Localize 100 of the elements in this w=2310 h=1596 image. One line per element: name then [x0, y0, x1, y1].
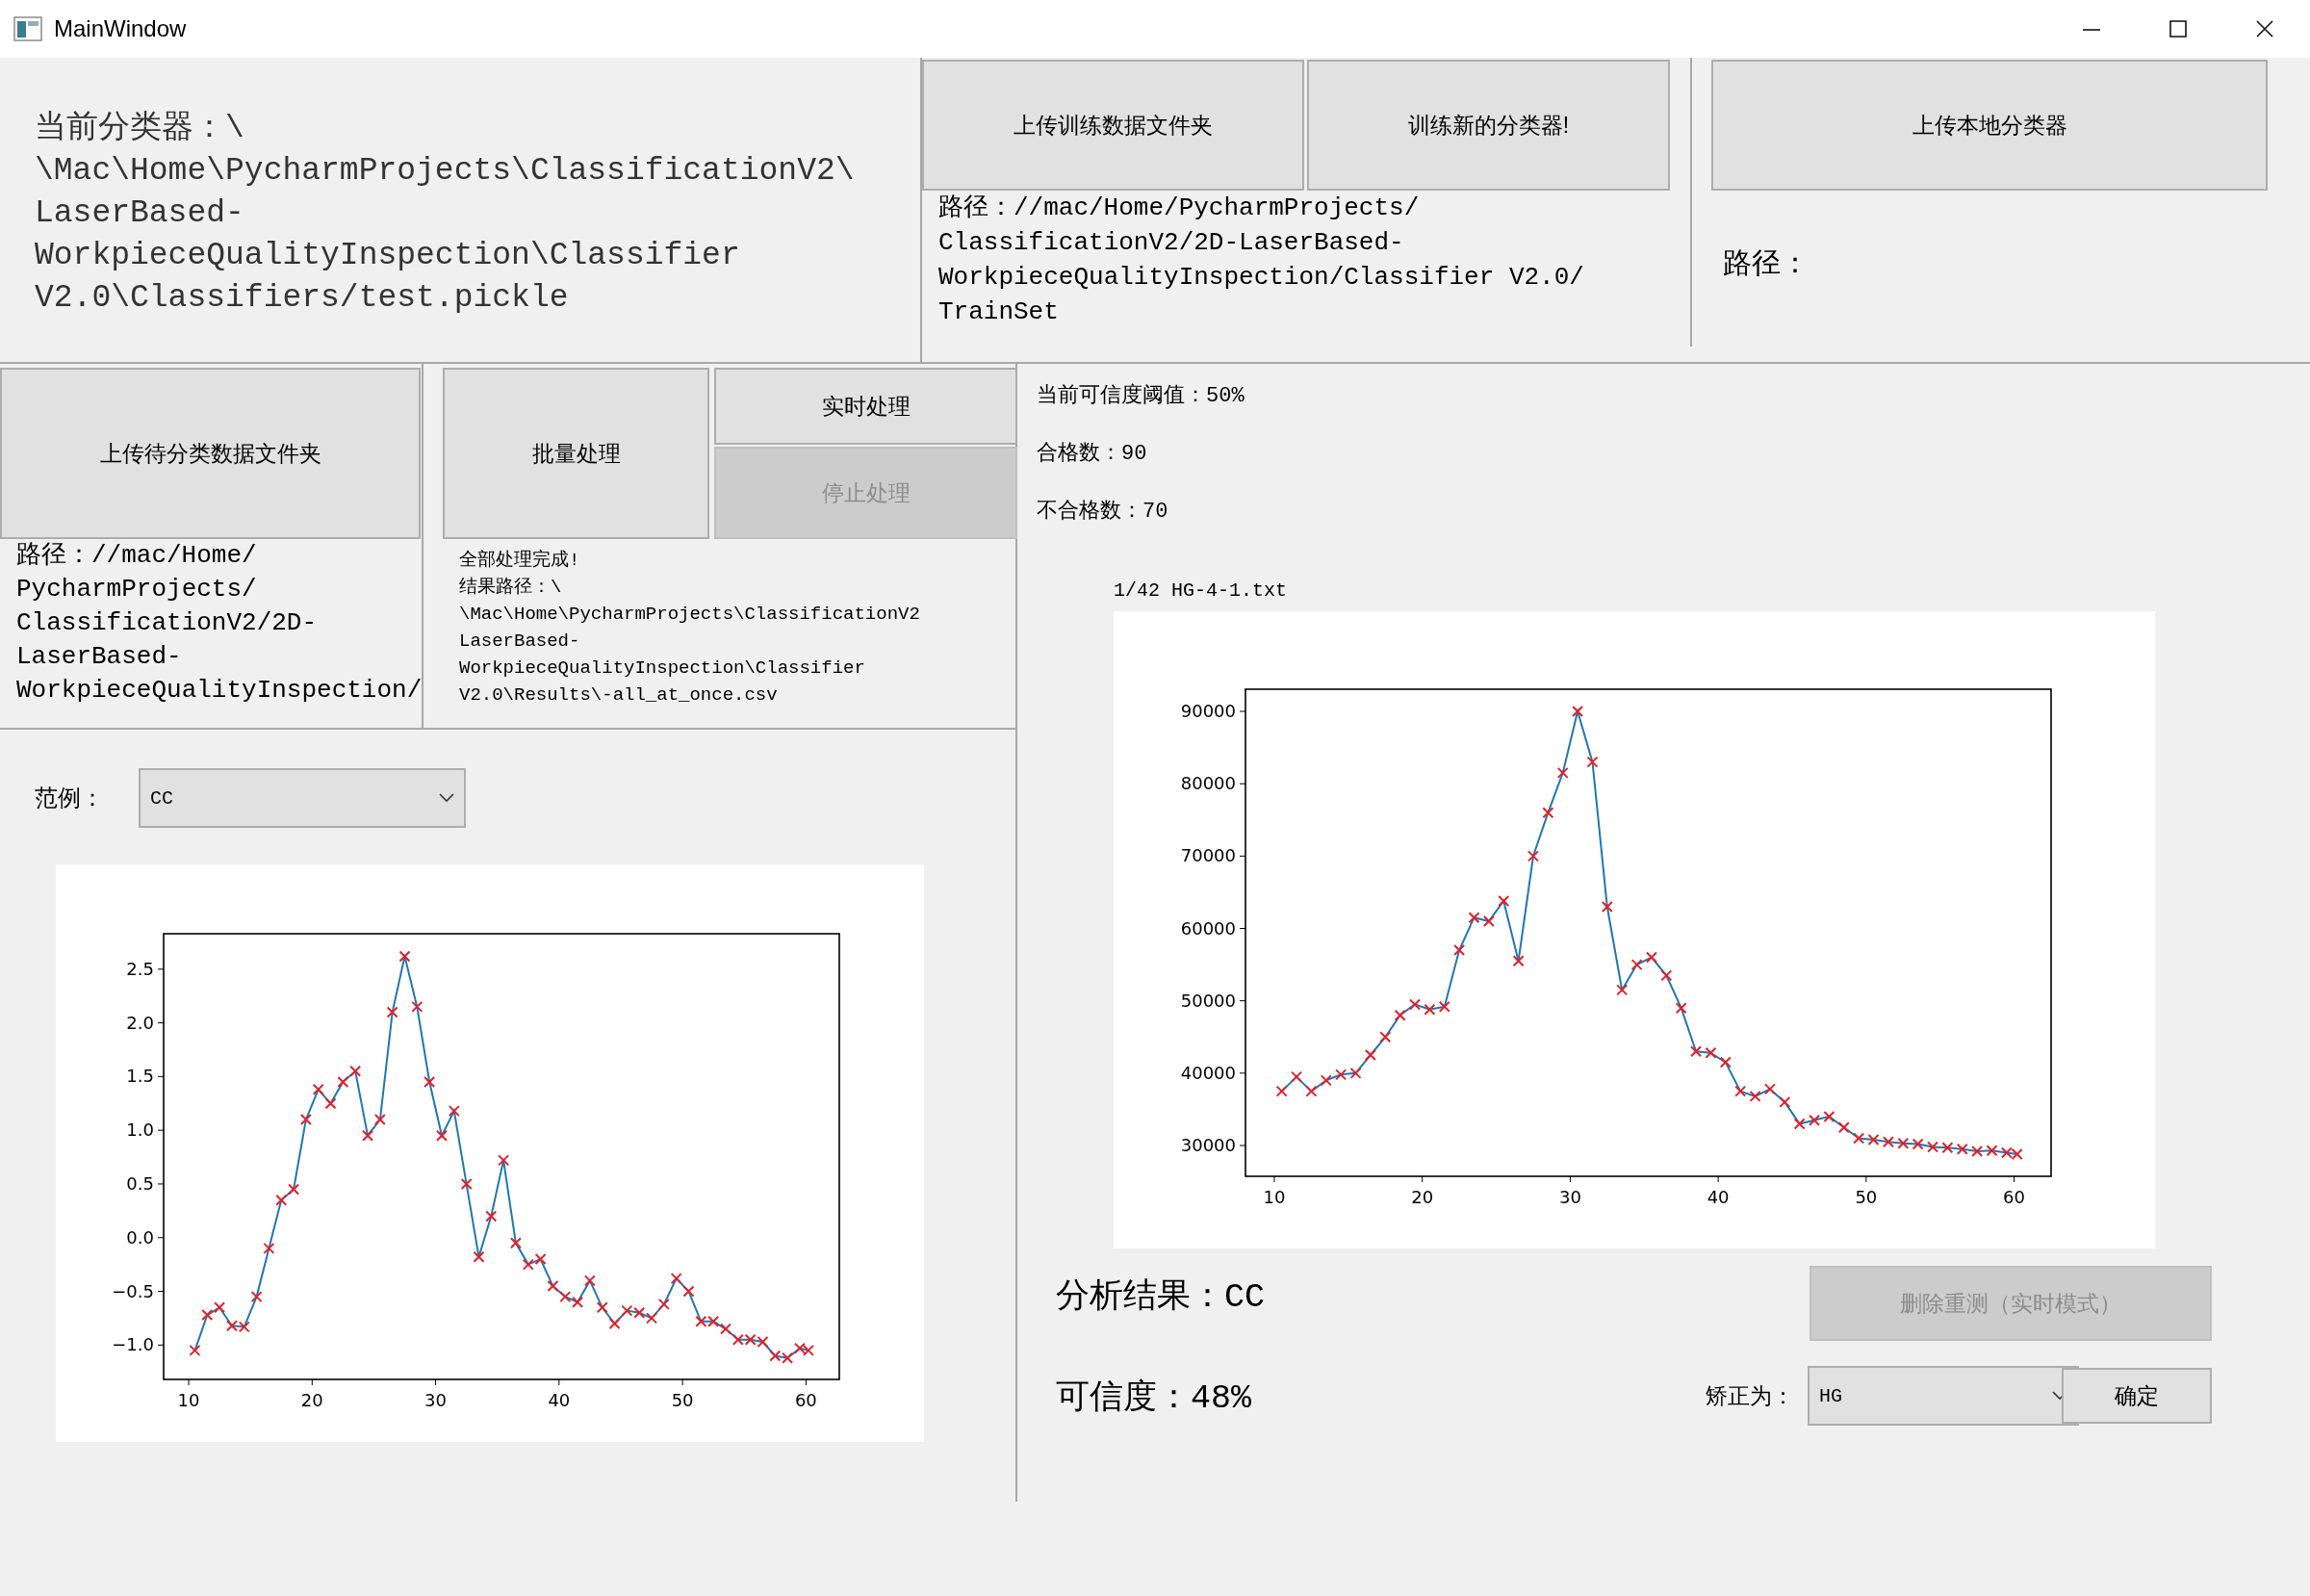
data-point-marker	[1527, 850, 1539, 862]
data-point-marker	[732, 1333, 744, 1346]
data-point-marker	[744, 1333, 757, 1346]
data-point-marker	[1542, 807, 1554, 819]
data-point-marker	[1379, 1031, 1392, 1043]
data-point-marker	[1586, 756, 1599, 768]
data-point-marker	[1482, 915, 1495, 927]
data-point-marker	[583, 1274, 596, 1287]
data-point-marker	[1616, 984, 1629, 996]
axis-tick-label: 1.0	[126, 1120, 154, 1141]
data-point-marker	[1556, 766, 1569, 779]
data-point-marker	[238, 1321, 250, 1333]
axis-tick-label: 30	[424, 1390, 447, 1410]
data-point-marker	[225, 1320, 238, 1332]
data-point-marker	[373, 1114, 386, 1125]
status-message: 全部处理完成! 结果路径：\ \Mac\Home\PycharmProjects\ClassificationV2 LaserBased- WorkpieceQualityInspection\Classifier V2.0\Results\-all_at_once.csv	[458, 549, 921, 708]
axis-tick-label: 70000	[1180, 845, 1236, 866]
data-point-marker	[1719, 1056, 1732, 1068]
data-point-marker	[1971, 1146, 1984, 1157]
data-point-marker	[362, 1129, 373, 1142]
train-button[interactable]: 训练新的分类器!	[1307, 60, 1670, 191]
data-point-marker	[1364, 1049, 1376, 1062]
data-point-marker	[411, 1000, 424, 1013]
path-label: 路径：//mac/Home/PycharmProjects/ ClassificationV2/2D-LaserBased- WorkpieceQualityInspection/Classifier V2.0/ TrainSet	[937, 193, 1585, 328]
data-point-marker	[793, 1342, 806, 1354]
data-point-marker	[1438, 1000, 1450, 1013]
data-point-marker	[621, 1304, 633, 1317]
data-point-marker	[1986, 1145, 1998, 1157]
field-label: 范例：	[35, 784, 104, 812]
data-point-marker	[1734, 1085, 1747, 1097]
data-point-marker	[1349, 1067, 1362, 1079]
data-point-marker	[2011, 1148, 2023, 1160]
axis-tick-label: −0.5	[112, 1280, 154, 1301]
data-point-marker	[802, 1344, 814, 1356]
data-point-marker	[1793, 1118, 1806, 1130]
data-point-marker	[448, 1105, 460, 1118]
data-point-marker	[299, 1114, 312, 1125]
data-point-marker	[1453, 944, 1466, 957]
stat-label: 合格数：90	[1037, 441, 1148, 468]
stat-label: 不合格数：70	[1037, 499, 1169, 526]
data-point-marker	[1705, 1046, 1717, 1059]
result-label: 分析结果：CC	[1055, 1276, 1265, 1318]
data-point-marker	[1809, 1114, 1821, 1126]
data-point-marker	[337, 1075, 349, 1088]
data-point-marker	[596, 1301, 608, 1314]
axis-tick-label: 50	[1855, 1187, 1878, 1207]
file-caption: 1/42 HG-4-1.txt	[1114, 579, 1289, 602]
data-point-marker	[398, 950, 411, 963]
data-point-marker	[312, 1083, 324, 1095]
axis-tick-label: 2.5	[126, 958, 154, 979]
data-point-marker	[201, 1309, 214, 1322]
batch-button[interactable]: 批量处理	[443, 368, 709, 539]
data-point-marker	[1335, 1068, 1348, 1081]
data-point-marker	[646, 1312, 658, 1325]
axis-tick-label: 40	[548, 1390, 571, 1410]
data-point-marker	[1779, 1095, 1791, 1108]
data-point-marker	[1956, 1143, 1968, 1155]
axis-tick-label: 40	[1707, 1187, 1730, 1207]
axis-tick-label: 30	[1558, 1187, 1581, 1207]
data-point-marker	[473, 1250, 485, 1263]
data-point-marker	[1498, 894, 1510, 907]
data-point-marker	[1941, 1142, 1954, 1154]
axis-tick-label: 60	[794, 1390, 817, 1410]
data-point-marker	[1690, 1045, 1703, 1058]
upload-button[interactable]: 上传本地分类器	[1711, 60, 2268, 191]
data-point-marker	[1823, 1110, 1835, 1122]
window-title: MainWindow	[54, 15, 187, 42]
confirm-button[interactable]: 确定	[2062, 1368, 2212, 1424]
axis-tick-label: 50000	[1180, 990, 1236, 1011]
data-point-marker	[349, 1065, 362, 1077]
realtime-button[interactable]: 实时处理	[714, 368, 1017, 445]
upload-button[interactable]: 上传训练数据文件夹	[922, 60, 1304, 191]
dropdown[interactable]: CC	[139, 768, 466, 828]
axis-tick-label: 2.0	[126, 1012, 154, 1033]
confidence-label: 可信度：48%	[1055, 1377, 1251, 1419]
upload-button[interactable]: 上传待分类数据文件夹	[0, 368, 421, 539]
data-point-marker	[288, 1183, 300, 1196]
axis-tick-label: 30000	[1180, 1135, 1236, 1155]
axis-tick-label: 40000	[1180, 1062, 1236, 1083]
data-point-marker	[485, 1210, 498, 1223]
axis-tick-label: 10	[177, 1390, 200, 1410]
data-point-marker	[1675, 1002, 1687, 1015]
data-point-marker	[608, 1318, 621, 1329]
dropdown[interactable]: HG	[1808, 1366, 2079, 1426]
data-point-marker	[275, 1194, 288, 1206]
classifier-path-label: 当前分类器：\ \Mac\Home\PycharmProjects\ClassificationV2\ LaserBased- WorkpieceQualityInspection\Classifier V2.0\Classifiers/test.pickle	[35, 110, 856, 318]
axis-tick-label: 80000	[1180, 773, 1236, 794]
data-point-marker	[1630, 959, 1643, 971]
data-point-marker	[1468, 912, 1480, 924]
data-point-marker	[1867, 1134, 1880, 1146]
data-point-marker	[460, 1177, 473, 1190]
data-point-marker	[782, 1351, 794, 1364]
data-point-marker	[1927, 1141, 1938, 1153]
axis-tick-label: 0.5	[126, 1172, 154, 1194]
data-point-marker	[720, 1323, 732, 1335]
data-point-marker	[1424, 1003, 1436, 1016]
data-point-marker	[1837, 1121, 1850, 1134]
data-point-marker	[522, 1258, 534, 1271]
data-point-marker	[657, 1298, 670, 1310]
data-point-marker	[1320, 1074, 1332, 1087]
